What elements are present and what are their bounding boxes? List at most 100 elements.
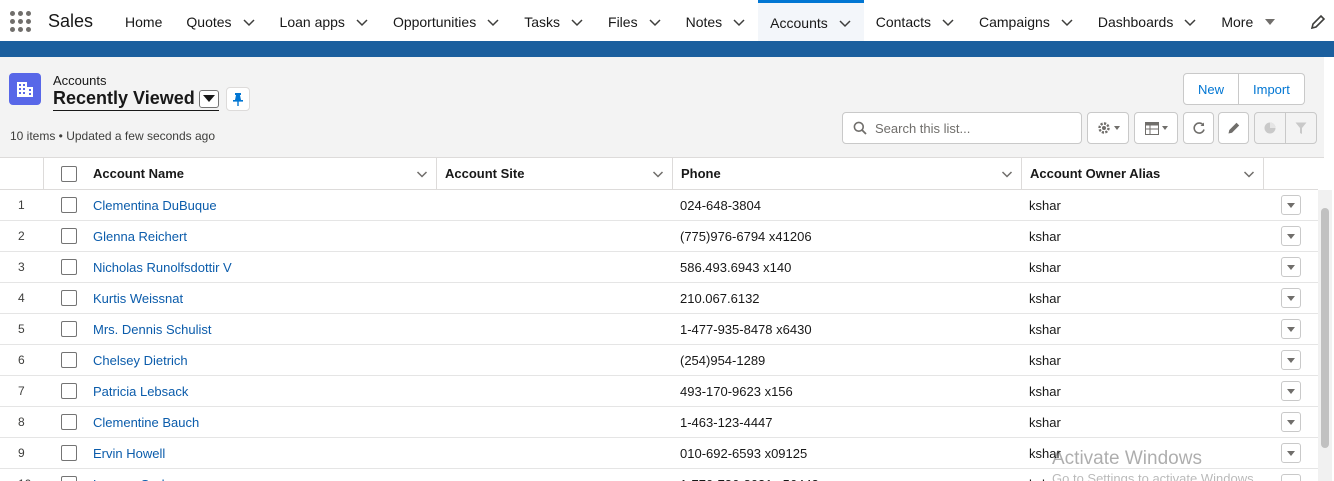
app-launcher-button[interactable] bbox=[4, 0, 36, 43]
table-scrollbar[interactable] bbox=[1318, 190, 1332, 481]
account-name-link[interactable]: Chelsey Dietrich bbox=[93, 353, 188, 368]
brand-band bbox=[0, 41, 1334, 57]
column-header-account-name[interactable]: Account Name bbox=[84, 158, 437, 189]
row-action-menu-button[interactable] bbox=[1280, 381, 1301, 401]
nav-tab-opportunities[interactable]: Opportunities bbox=[381, 0, 512, 43]
row-number: 5 bbox=[18, 322, 25, 336]
row-action-menu-button[interactable] bbox=[1280, 412, 1301, 432]
row-checkbox[interactable] bbox=[61, 383, 77, 399]
row-checkbox[interactable] bbox=[61, 445, 77, 461]
chevron-down-icon[interactable] bbox=[416, 168, 428, 180]
column-header-owner-alias[interactable]: Account Owner Alias bbox=[1022, 158, 1264, 189]
nav-tab-quotes[interactable]: Quotes bbox=[174, 0, 267, 43]
row-action-menu-button[interactable] bbox=[1280, 195, 1301, 215]
chevron-down-icon[interactable] bbox=[1060, 15, 1074, 29]
chart-filter-group bbox=[1254, 112, 1317, 144]
chevron-down-icon[interactable] bbox=[1243, 168, 1255, 180]
chevron-down-icon[interactable] bbox=[941, 15, 955, 29]
row-action-menu-button[interactable] bbox=[1280, 474, 1301, 481]
account-name-link[interactable]: Kurtis Weissnat bbox=[93, 291, 183, 306]
list-actions: New Import bbox=[1183, 73, 1305, 105]
nav-tab-contacts[interactable]: Contacts bbox=[864, 0, 967, 43]
list-view-dropdown-icon[interactable] bbox=[198, 89, 219, 108]
chevron-down-icon[interactable] bbox=[1001, 168, 1013, 180]
nav-tab-campaigns[interactable]: Campaigns bbox=[967, 0, 1086, 43]
account-site-cell bbox=[436, 314, 672, 344]
chevron-down-icon[interactable] bbox=[838, 16, 852, 30]
account-name-link[interactable]: Ervin Howell bbox=[93, 446, 165, 461]
row-checkbox[interactable] bbox=[61, 197, 77, 213]
select-all-checkbox[interactable] bbox=[61, 165, 77, 182]
nav-tab-label: Dashboards bbox=[1097, 13, 1174, 30]
row-checkbox[interactable] bbox=[61, 476, 77, 481]
nav-tab-label: Loan apps bbox=[279, 13, 345, 30]
display-as-button[interactable] bbox=[1134, 112, 1178, 144]
chevron-down-icon[interactable] bbox=[570, 15, 584, 29]
nav-tab-files[interactable]: Files bbox=[596, 0, 674, 43]
nav-more-menu[interactable]: More bbox=[1209, 0, 1287, 43]
nav-tab-notes[interactable]: Notes bbox=[674, 0, 759, 43]
search-box[interactable] bbox=[842, 112, 1082, 144]
chevron-down-icon[interactable] bbox=[486, 15, 500, 29]
inline-edit-button[interactable] bbox=[1218, 112, 1249, 144]
row-action-menu-button[interactable] bbox=[1280, 288, 1301, 308]
account-name-link[interactable]: Glenna Reichert bbox=[93, 229, 187, 244]
row-action-menu-button[interactable] bbox=[1280, 257, 1301, 277]
row-checkbox[interactable] bbox=[61, 290, 77, 306]
row-checkbox[interactable] bbox=[61, 414, 77, 430]
refresh-button[interactable] bbox=[1183, 112, 1214, 144]
waffle-icon bbox=[9, 11, 31, 32]
nav-tab-dashboards[interactable]: Dashboards bbox=[1086, 0, 1210, 43]
row-checkbox[interactable] bbox=[61, 228, 77, 244]
caret-down-icon bbox=[1286, 264, 1295, 270]
row-actions-cell bbox=[1263, 314, 1318, 344]
account-site-cell bbox=[436, 469, 672, 481]
row-actions-cell bbox=[1263, 221, 1318, 251]
app-name: Sales bbox=[48, 11, 94, 31]
global-nav: Sales Home Quotes Loan apps Opportunities Ta… bbox=[0, 0, 1334, 44]
chevron-down-icon[interactable] bbox=[652, 168, 664, 180]
row-action-menu-button[interactable] bbox=[1280, 350, 1301, 370]
column-header-phone[interactable]: Phone bbox=[673, 158, 1022, 189]
column-header-account-site[interactable]: Account Site bbox=[437, 158, 673, 189]
row-select-cell bbox=[44, 283, 84, 313]
nav-tab-home[interactable]: Home bbox=[113, 0, 174, 43]
table-icon bbox=[1144, 121, 1159, 135]
edit-nav-pencil-icon[interactable] bbox=[1310, 14, 1326, 30]
chevron-down-icon[interactable] bbox=[355, 15, 369, 29]
account-name-link[interactable]: Clementina DuBuque bbox=[93, 198, 217, 213]
caret-down-icon bbox=[1286, 202, 1295, 208]
row-actions-header bbox=[1264, 158, 1318, 189]
account-name-cell: Glenna Reichert bbox=[84, 221, 436, 251]
show-charts-button[interactable] bbox=[1255, 113, 1286, 143]
list-settings-button[interactable] bbox=[1087, 112, 1129, 144]
row-select-cell bbox=[44, 252, 84, 282]
import-button[interactable]: Import bbox=[1239, 73, 1305, 105]
account-name-link[interactable]: Leanne Graham bbox=[93, 477, 187, 481]
chevron-down-icon[interactable] bbox=[732, 15, 746, 29]
account-site-cell bbox=[436, 252, 672, 282]
nav-tab-accounts[interactable]: Accounts bbox=[758, 0, 864, 44]
row-checkbox[interactable] bbox=[61, 321, 77, 337]
chevron-down-icon[interactable] bbox=[1183, 15, 1197, 29]
account-name-link[interactable]: Patricia Lebsack bbox=[93, 384, 188, 399]
account-name-link[interactable]: Mrs. Dennis Schulist bbox=[93, 322, 211, 337]
chevron-down-icon[interactable] bbox=[242, 15, 256, 29]
scrollbar-thumb[interactable] bbox=[1321, 208, 1329, 448]
row-action-menu-button[interactable] bbox=[1280, 443, 1301, 463]
row-action-menu-button[interactable] bbox=[1280, 319, 1301, 339]
account-name-link[interactable]: Clementine Bauch bbox=[93, 415, 199, 430]
nav-tab-tasks[interactable]: Tasks bbox=[512, 0, 596, 43]
row-checkbox[interactable] bbox=[61, 259, 77, 275]
new-button[interactable]: New bbox=[1183, 73, 1240, 105]
nav-tab-loan-apps[interactable]: Loan apps bbox=[268, 0, 381, 43]
row-action-menu-button[interactable] bbox=[1280, 226, 1301, 246]
search-input[interactable] bbox=[875, 120, 1065, 136]
account-name-link[interactable]: Nicholas Runolfsdottir V bbox=[93, 260, 232, 275]
chevron-down-icon[interactable] bbox=[648, 15, 662, 29]
list-view-picker[interactable]: Recently Viewed bbox=[53, 88, 219, 111]
account-site-cell bbox=[436, 345, 672, 375]
row-checkbox[interactable] bbox=[61, 352, 77, 368]
filter-button[interactable] bbox=[1286, 113, 1316, 143]
pin-list-view-button[interactable] bbox=[226, 87, 250, 111]
